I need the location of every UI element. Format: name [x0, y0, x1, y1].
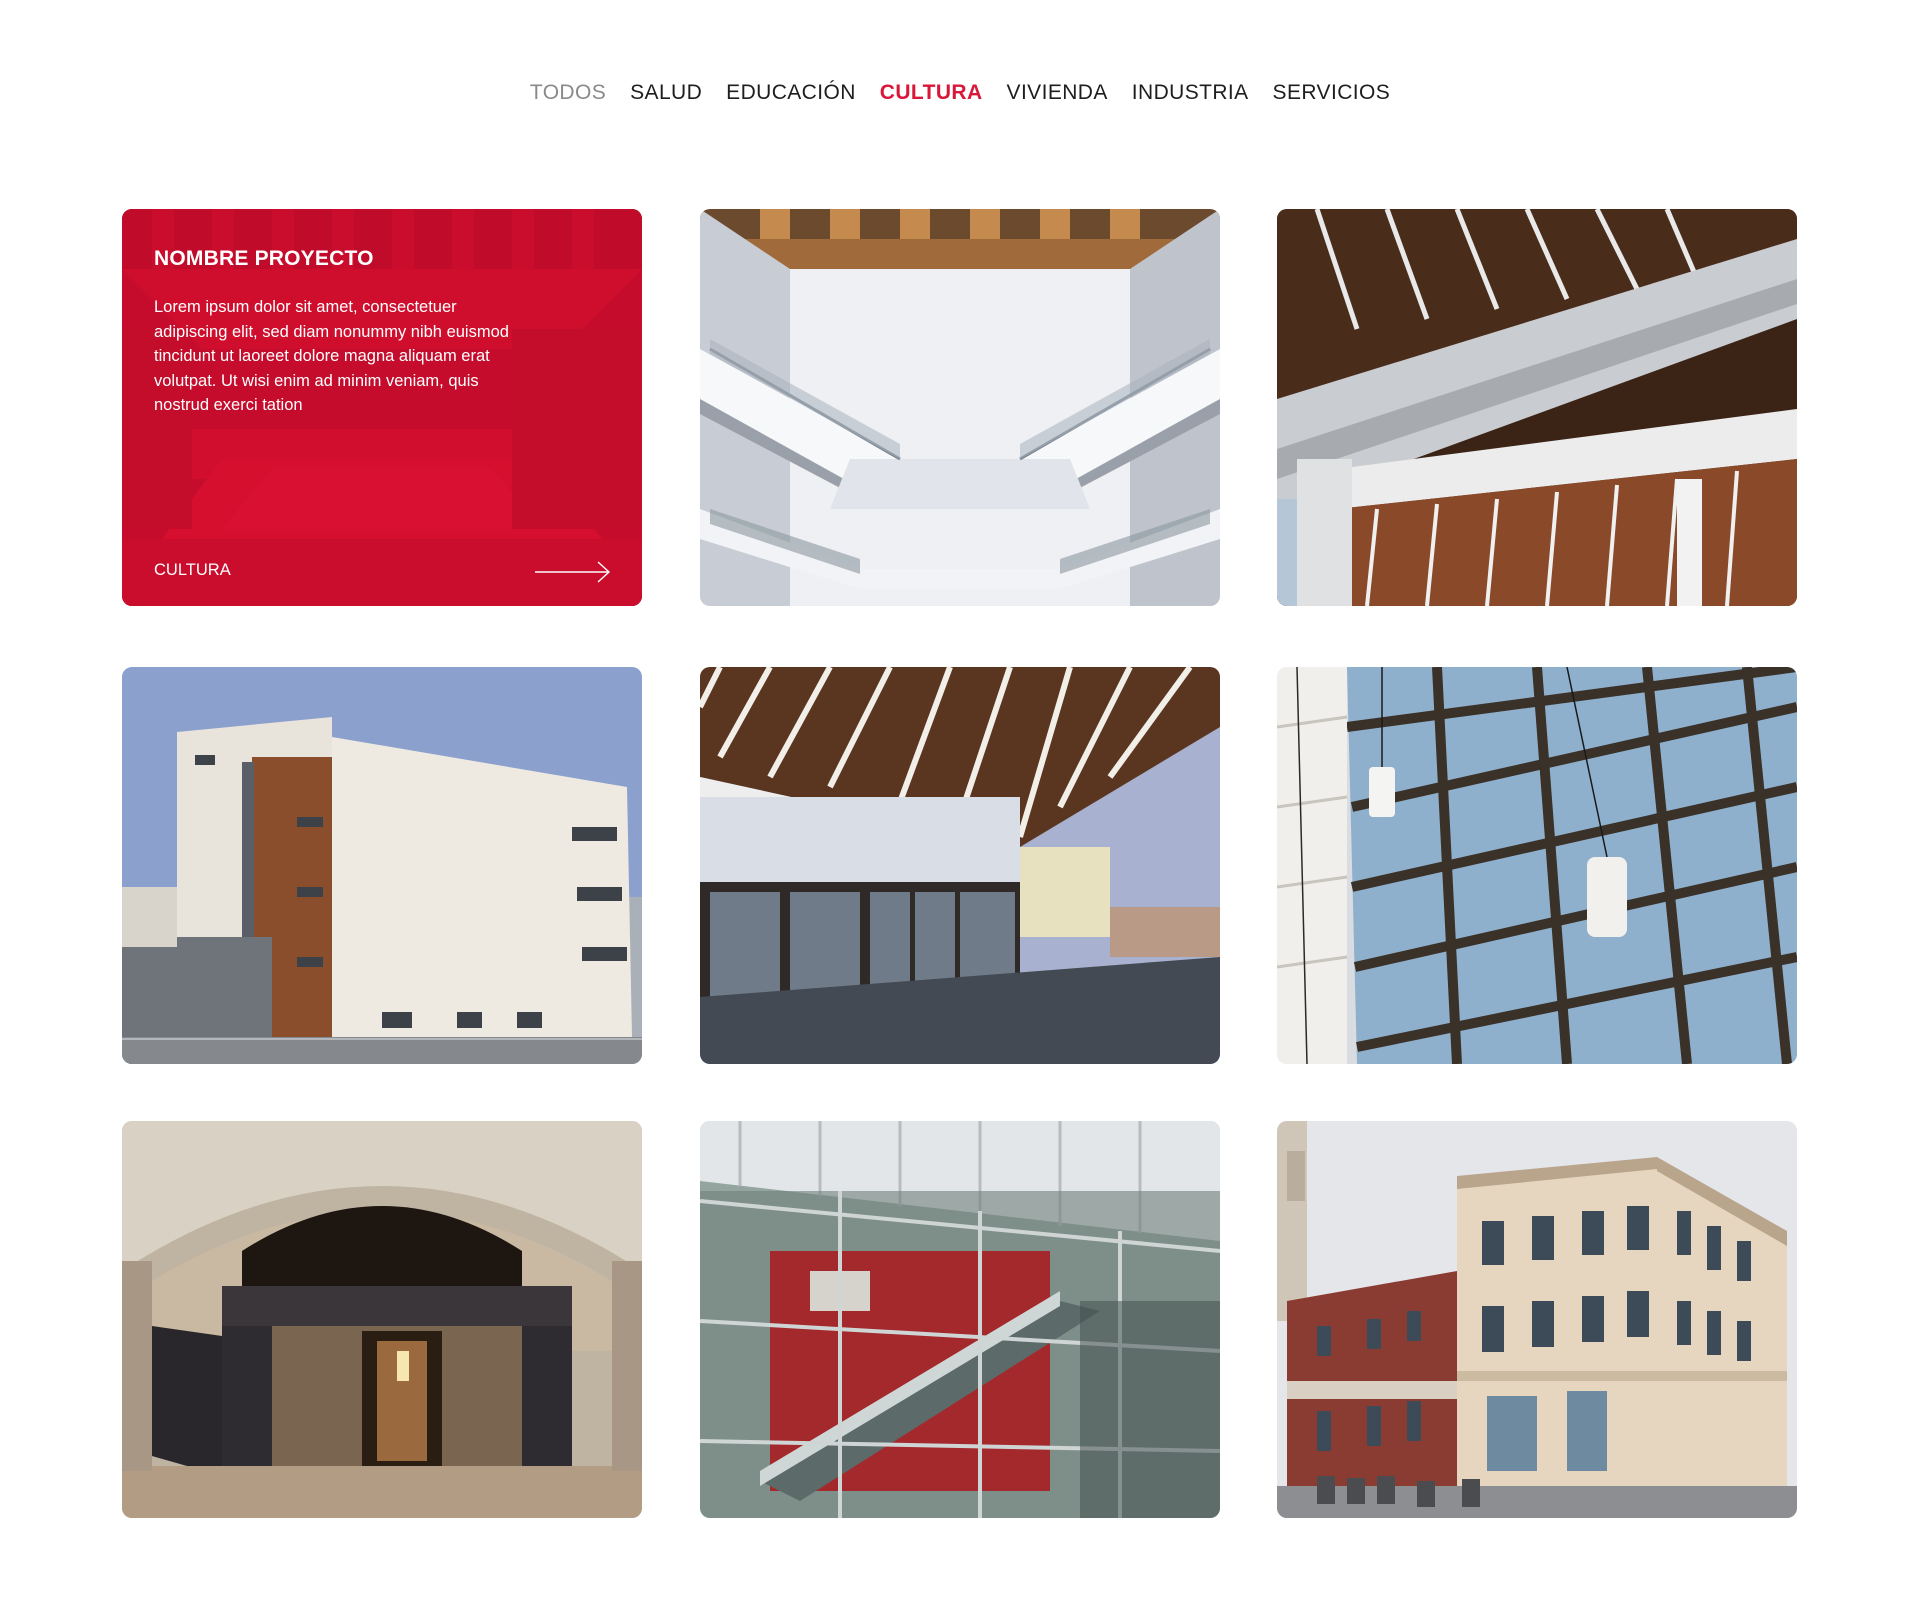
- category-filter-nav: TODOS SALUD EDUCACIÓN CULTURA VIVIENDA I…: [0, 78, 1920, 108]
- project-card[interactable]: [122, 667, 642, 1064]
- project-title: NOMBRE PROYECTO: [154, 247, 374, 270]
- project-image: [1277, 1121, 1797, 1518]
- filter-servicios[interactable]: SERVICIOS: [1273, 78, 1391, 108]
- project-image: [700, 209, 1220, 606]
- filter-cultura[interactable]: CULTURA: [880, 78, 983, 108]
- project-description: Lorem ipsum dolor sit amet, consectetuer…: [154, 298, 509, 414]
- project-card[interactable]: [1277, 1121, 1797, 1518]
- filter-todos[interactable]: TODOS: [530, 78, 606, 108]
- project-image: [122, 1121, 642, 1518]
- project-card[interactable]: [1277, 667, 1797, 1064]
- project-card[interactable]: [700, 209, 1220, 606]
- filter-vivienda[interactable]: VIVIENDA: [1007, 78, 1108, 108]
- project-category: CULTURA: [154, 561, 231, 579]
- project-card[interactable]: [700, 667, 1220, 1064]
- project-card[interactable]: [122, 1121, 642, 1518]
- project-card[interactable]: [1277, 209, 1797, 606]
- filter-salud[interactable]: SALUD: [630, 78, 702, 108]
- project-image: [700, 1121, 1220, 1518]
- project-image: [1277, 209, 1797, 606]
- filter-educacion[interactable]: EDUCACIÓN: [726, 78, 856, 108]
- project-image: [1277, 667, 1797, 1064]
- project-card-featured[interactable]: NOMBRE PROYECTO Lorem ipsum dolor sit am…: [122, 209, 642, 606]
- filter-industria[interactable]: INDUSTRIA: [1132, 78, 1249, 108]
- arrow-right-icon[interactable]: [535, 561, 611, 583]
- project-card[interactable]: [700, 1121, 1220, 1518]
- project-image: [700, 667, 1220, 1064]
- project-image: [122, 667, 642, 1064]
